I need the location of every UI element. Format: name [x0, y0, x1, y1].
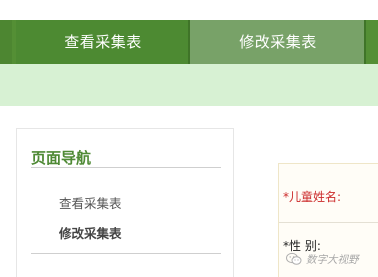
nav-item-view-collection-form[interactable]: 查看采集表	[59, 193, 122, 212]
page-navigation-title: 页面导航	[31, 149, 92, 167]
child-name-label: *儿童姓名:	[283, 190, 342, 204]
top-tab-bar: 查看采集表 修改采集表	[0, 20, 378, 64]
page-banner	[0, 64, 378, 106]
tab-bar-edge-left	[0, 20, 12, 64]
form-row-divider	[279, 222, 378, 223]
tab-bar-edge-right	[366, 20, 378, 64]
watermark: 数字大视野	[286, 250, 359, 268]
tab-edit-collection-form[interactable]: 修改采集表	[190, 20, 366, 64]
divider	[31, 167, 221, 168]
page-navigation-panel: 页面导航 查看采集表 修改采集表	[16, 128, 234, 277]
divider	[31, 253, 221, 254]
wechat-icon	[286, 252, 302, 266]
watermark-text: 数字大视野	[306, 253, 359, 266]
tab-view-collection-form[interactable]: 查看采集表	[16, 20, 190, 64]
nav-item-edit-collection-form[interactable]: 修改采集表	[59, 223, 122, 242]
page: 查看采集表 修改采集表 页面导航 查看采集表 修改采集表 *儿童姓名: *性 别…	[0, 0, 378, 277]
